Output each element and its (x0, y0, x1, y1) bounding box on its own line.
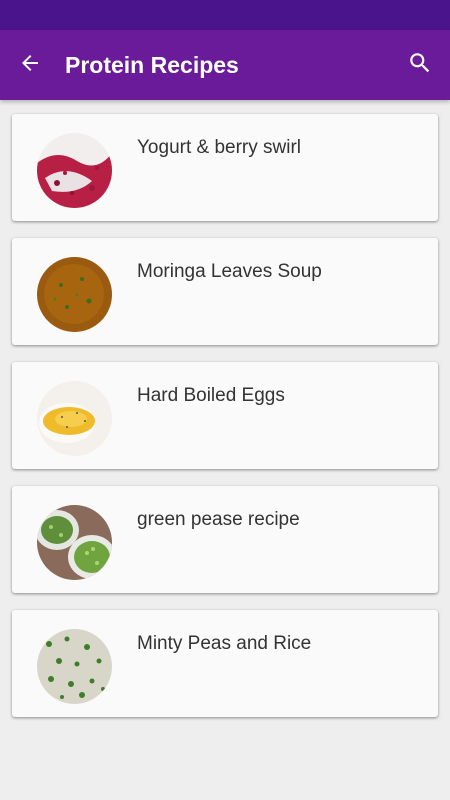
recipe-list: Yogurt & berry swirl Moringa Leaves Soup (12, 114, 438, 734)
recipe-thumbnail (37, 381, 112, 456)
recipe-card-minty-peas-and-rice[interactable]: Minty Peas and Rice (12, 610, 438, 717)
search-button[interactable] (400, 45, 440, 85)
recipe-title: Yogurt & berry swirl (137, 137, 302, 158)
arrow-left-icon (18, 51, 42, 80)
recipe-thumbnail (37, 505, 112, 580)
recipe-title: green pease recipe (137, 509, 300, 530)
back-button[interactable] (10, 45, 50, 85)
search-icon (407, 50, 433, 81)
recipe-card-hard-boiled-eggs[interactable]: Hard Boiled Eggs (12, 362, 438, 469)
page-title: Protein Recipes (65, 52, 239, 78)
recipe-title: Moringa Leaves Soup (137, 261, 322, 282)
recipe-card-moringa-leaves-soup[interactable]: Moringa Leaves Soup (12, 238, 438, 345)
recipe-thumbnail (37, 629, 112, 704)
status-bar (0, 0, 450, 30)
recipe-thumbnail (37, 257, 112, 332)
recipe-card-yogurt-berry-swirl[interactable]: Yogurt & berry swirl (12, 114, 438, 221)
recipe-title: Minty Peas and Rice (137, 633, 312, 654)
recipe-thumbnail (37, 133, 112, 208)
app-bar: Protein Recipes (0, 30, 450, 100)
recipe-title: Hard Boiled Eggs (137, 385, 285, 406)
recipe-card-green-pease-recipe[interactable]: green pease recipe (12, 486, 438, 593)
